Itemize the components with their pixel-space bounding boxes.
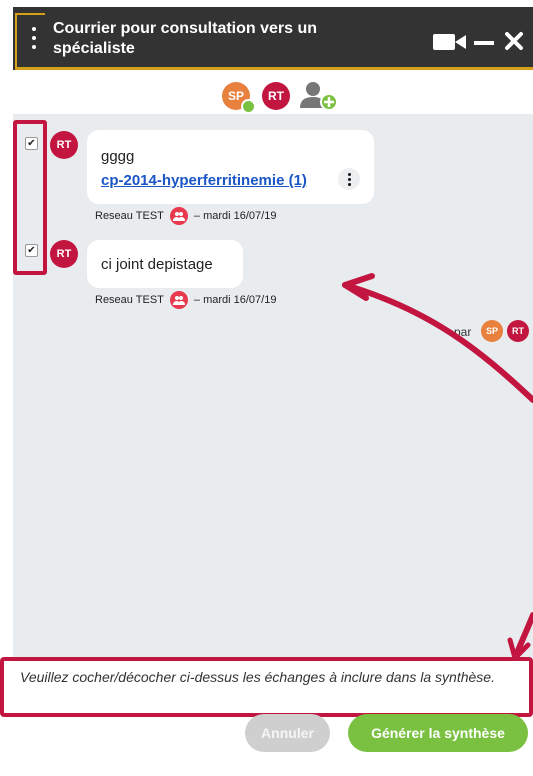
sender-name: Reseau TEST xyxy=(95,210,164,222)
seen-by-text: par xyxy=(454,325,472,339)
message-text: ci joint depistage xyxy=(101,256,213,273)
participant-avatar-rt[interactable]: RT xyxy=(262,82,290,110)
window-title: Courrier pour consultation vers un spéci… xyxy=(53,20,318,57)
kebab-menu-icon[interactable] xyxy=(31,27,37,49)
message-date: – mardi 16/07/19 xyxy=(193,294,277,306)
message-date: – mardi 16/07/19 xyxy=(193,210,277,222)
participant-initials: RT xyxy=(268,89,284,103)
header-accent-frame xyxy=(15,13,45,69)
seen-initials: RT xyxy=(512,326,524,336)
message-meta: Reseau TEST – mardi 16/07/19 xyxy=(95,207,276,225)
close-icon[interactable] xyxy=(504,31,524,51)
generate-summary-button[interactable]: Générer la synthèse xyxy=(348,714,528,752)
message-text: gggg xyxy=(101,148,135,165)
sender-avatar: RT xyxy=(50,240,78,268)
minimize-icon[interactable] xyxy=(474,41,494,45)
seen-by-avatar-sp: SP xyxy=(481,320,503,342)
sender-name: Reseau TEST xyxy=(95,294,164,306)
seen-by-label: par xyxy=(454,325,471,339)
seen-initials: SP xyxy=(485,326,498,336)
video-camera-icon[interactable] xyxy=(433,33,467,51)
window-header: Courrier pour consultation vers un spéci… xyxy=(13,7,533,70)
seen-by-avatar-rt: RT xyxy=(507,320,529,342)
sender-avatar: RT xyxy=(50,131,78,159)
checkbox-highlight-frame xyxy=(13,120,47,275)
header-accent-line xyxy=(15,67,533,70)
group-icon xyxy=(169,291,188,309)
attachment-link[interactable]: cp-2014-hyperferritinemie (1) xyxy=(101,172,307,189)
add-user-icon[interactable] xyxy=(298,80,340,112)
cancel-button[interactable]: Annuler xyxy=(245,714,330,752)
online-status-icon xyxy=(241,99,256,114)
sender-initials: RT xyxy=(56,139,72,151)
instruction-text: Veuillez cocher/décocher ci-dessus les é… xyxy=(20,669,495,685)
group-icon xyxy=(169,207,188,225)
message-options-icon[interactable] xyxy=(338,168,360,190)
sender-initials: RT xyxy=(56,248,72,260)
message-meta: Reseau TEST – mardi 16/07/19 xyxy=(95,291,276,309)
instruction-highlight-frame xyxy=(0,657,533,717)
message-bubble xyxy=(87,130,374,204)
